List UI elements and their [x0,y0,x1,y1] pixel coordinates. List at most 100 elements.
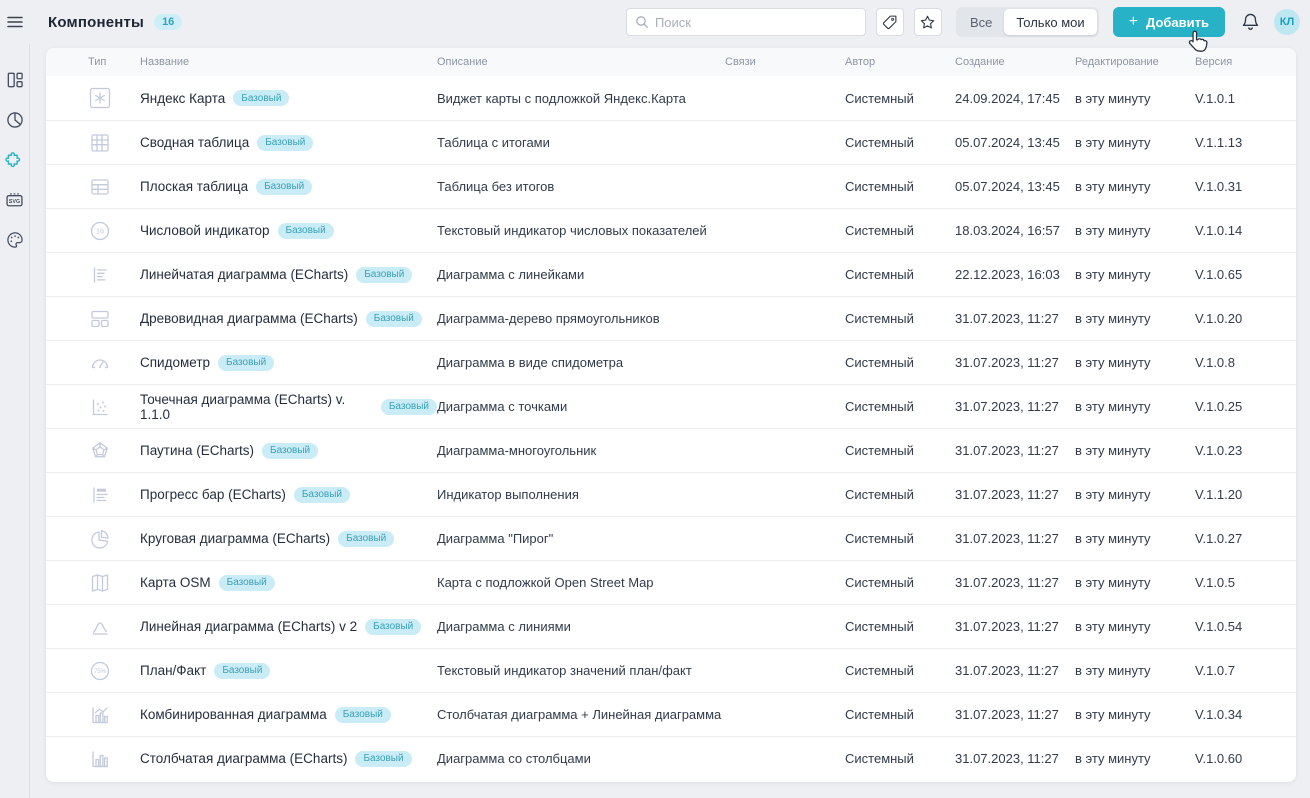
component-edited: в эту минуту [1075,575,1195,590]
table-row[interactable]: Прогресс бар (ECharts) Базовый Индикатор… [46,472,1296,516]
sidebar-item-palette[interactable] [2,226,28,254]
column-header-edited: Редактирование [1075,56,1195,68]
component-author: Системный [845,179,955,194]
component-author: Системный [845,91,955,106]
component-created: 05.07.2024, 13:45 [955,135,1075,150]
toggle-option-only-mine[interactable]: Только мои [1004,9,1096,35]
component-description: Диаграмма "Пирог" [437,531,725,546]
table-row[interactable]: Столбчатая диаграмма (ECharts) Базовый Д… [46,736,1296,780]
component-version: V.1.0.25 [1195,399,1296,414]
sidebar-item-svg-assets[interactable]: SVG [2,186,28,214]
component-edited: в эту минуту [1075,663,1195,678]
bar-chart-icon [87,746,113,772]
ownership-filter-toggle: Все Только мои [956,7,1099,37]
bar-horizontal-icon [87,262,113,288]
component-created: 31.07.2023, 11:27 [955,619,1075,634]
sidebar: SVG [0,44,30,798]
component-author: Системный [845,663,955,678]
table-row[interactable]: Плоская таблица Базовый Таблица без итог… [46,164,1296,208]
sidebar-item-components[interactable] [2,146,28,174]
column-header-type: Тип [46,56,140,68]
base-badge: Базовый [233,90,289,106]
combo-chart-icon [87,702,113,728]
base-badge: Базовый [214,663,270,679]
table-row[interactable]: 16 Числовой индикатор Базовый Текстовый … [46,208,1296,252]
tags-filter-button[interactable] [876,8,904,36]
table-row[interactable]: Паутина (ECharts) Базовый Диаграмма-мног… [46,428,1296,472]
component-edited: в эту минуту [1075,751,1195,766]
component-description: Диаграмма с линейками [437,267,725,282]
search-input[interactable] [655,15,857,30]
svg-assets-icon: SVG [4,190,25,211]
component-name: Древовидная диаграмма (ECharts) [140,311,358,326]
user-avatar[interactable]: КЛ [1274,9,1300,35]
progress-bar-icon [87,482,113,508]
table-row[interactable]: Яндекс Карта Базовый Виджет карты с подл… [46,76,1296,120]
table-body: Яндекс Карта Базовый Виджет карты с подл… [46,76,1296,780]
component-name: План/Факт [140,663,206,678]
component-created: 31.07.2023, 11:27 [955,487,1075,502]
component-version: V.1.1.13 [1195,135,1296,150]
component-edited: в эту минуту [1075,443,1195,458]
component-author: Системный [845,531,955,546]
dashboards-icon [5,70,25,90]
component-version: V.1.0.8 [1195,355,1296,370]
component-edited: в эту минуту [1075,179,1195,194]
components-table-card: Тип Название Описание Связи Автор Создан… [46,48,1296,782]
table-row[interactable]: Линейная диаграмма (ECharts) v 2 Базовый… [46,604,1296,648]
component-name: Сводная таблица [140,135,249,150]
hamburger-menu-icon[interactable] [6,13,24,31]
component-name: Карта OSM [140,575,211,590]
toggle-option-all[interactable]: Все [958,9,1004,35]
search-input-wrapper [626,8,866,36]
pie-chart-icon [87,526,113,552]
base-badge: Базовый [218,355,274,371]
component-edited: в эту минуту [1075,267,1195,282]
component-author: Системный [845,311,955,326]
component-version: V.1.0.65 [1195,267,1296,282]
add-component-button[interactable]: + Добавить [1113,7,1225,37]
table-row[interactable]: Точечная диаграмма (ECharts) v. 1.1.0 Ба… [46,384,1296,428]
table-row[interactable]: Сводная таблица Базовый Таблица с итогам… [46,120,1296,164]
sidebar-item-dashboards[interactable] [2,66,28,94]
components-count-badge: 16 [154,14,182,30]
base-badge: Базовый [365,619,421,635]
table-row[interactable]: Линейчатая диаграмма (ECharts) Базовый Д… [46,252,1296,296]
component-version: V.1.0.34 [1195,707,1296,722]
base-badge: Базовый [294,487,350,503]
component-description: Диаграмма-дерево прямоугольников [437,311,725,326]
base-badge: Базовый [256,179,312,195]
component-name: Прогресс бар (ECharts) [140,487,286,502]
table-row[interactable]: Круговая диаграмма (ECharts) Базовый Диа… [46,516,1296,560]
component-edited: в эту минуту [1075,399,1195,414]
favorites-filter-button[interactable] [914,8,942,36]
component-created: 22.12.2023, 16:03 [955,267,1075,282]
component-description: Диаграмма-многоугольник [437,443,725,458]
pivot-table-icon [87,130,113,156]
table-row[interactable]: Древовидная диаграмма (ECharts) Базовый … [46,296,1296,340]
component-edited: в эту минуту [1075,91,1195,106]
table-row[interactable]: Спидометр Базовый Диаграмма в виде спидо… [46,340,1296,384]
sidebar-item-charts[interactable] [2,106,28,134]
table-row[interactable]: Карта OSM Базовый Карта с подложкой Open… [46,560,1296,604]
plus-icon: + [1129,14,1138,30]
component-author: Системный [845,575,955,590]
svg-text:SVG: SVG [9,198,20,204]
component-edited: в эту минуту [1075,311,1195,326]
component-edited: в эту минуту [1075,619,1195,634]
component-name: Яндекс Карта [140,91,225,106]
component-created: 31.07.2023, 11:27 [955,443,1075,458]
component-created: 31.07.2023, 11:27 [955,751,1075,766]
component-name: Комбинированная диаграмма [140,707,327,722]
component-description: Диаграмма с линиями [437,619,725,634]
favorites-star-icon [919,14,936,31]
component-author: Системный [845,443,955,458]
notifications-bell-icon[interactable] [1241,12,1260,32]
component-author: Системный [845,751,955,766]
tags-icon [881,14,898,31]
base-badge: Базовый [356,267,412,283]
table-row[interactable]: Комбинированная диаграмма Базовый Столбч… [46,692,1296,736]
table-row[interactable]: 75% План/Факт Базовый Текстовый индикато… [46,648,1296,692]
component-description: Диаграмма с точками [437,399,725,414]
component-created: 24.09.2024, 17:45 [955,91,1075,106]
